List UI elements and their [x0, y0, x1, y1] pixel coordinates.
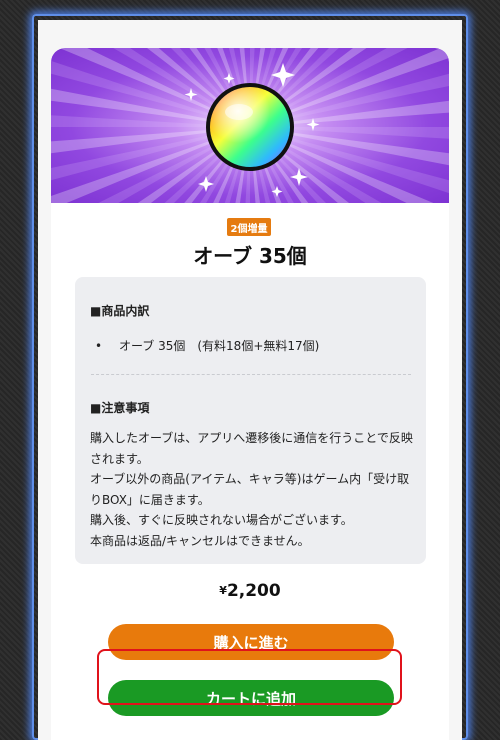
note-line: 購入したオーブは、アプリへ遷移後に通信を行うことで反映 [90, 431, 413, 445]
bonus-badge: 2個増量 [227, 218, 271, 236]
product-price: ¥2,200 [51, 581, 449, 601]
contents-item-text: オーブ 35個 (有料18個+無料17個) [119, 339, 320, 353]
note-line: 購入後、すぐに反映されない場合がございます。 [90, 513, 353, 527]
note-line: りBOX」に届きます。 [90, 492, 210, 507]
product-panel: 2個増量 オーブ 35個 ■商品内訳 • オーブ 35個 (有料18個+無料17個… [51, 48, 449, 740]
section-divider [91, 374, 411, 375]
note-line: 本商品は返品/キャンセルはできません。 [90, 533, 310, 548]
contents-heading: ■商品内訳 [90, 304, 150, 318]
product-card: 2個増量 オーブ 35個 ■商品内訳 • オーブ 35個 (有料18個+無料17個… [38, 20, 462, 740]
price-amount: 2,200 [226, 581, 281, 601]
banner-art [51, 48, 449, 203]
contents-item: • オーブ 35個 (有料18個+無料17個) [95, 337, 319, 354]
product-title: オーブ 35個 [193, 244, 307, 268]
notes-heading: ■注意事項 [90, 401, 150, 415]
product-banner [51, 48, 449, 203]
note-line: オーブ以外の商品(アイテム、キャラ等)はゲーム内「受け取 [90, 472, 410, 486]
note-line: されます。 [90, 451, 149, 466]
bullet-icon: • [95, 339, 103, 353]
notes-text: 購入したオーブは、アプリへ遷移後に通信を行うことで反映 されます。 オーブ以外の… [90, 428, 415, 551]
rainbow-orb-icon [206, 83, 294, 171]
product-info-box: ■商品内訳 • オーブ 35個 (有料18個+無料17個) ■注意事項 購入したオ… [75, 277, 426, 564]
price-currency: ¥ [219, 584, 227, 597]
add-to-cart-highlight [97, 649, 402, 705]
